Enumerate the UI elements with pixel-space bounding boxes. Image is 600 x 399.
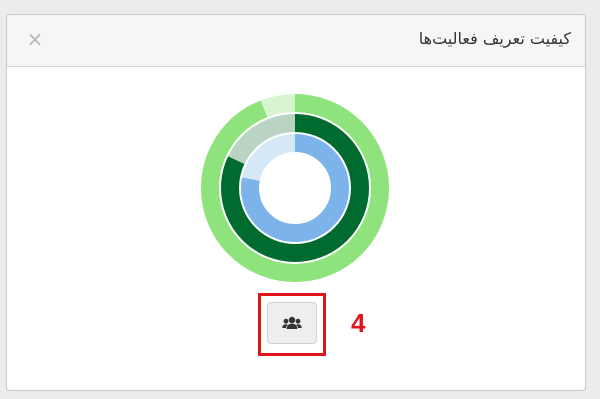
close-icon[interactable]: × bbox=[24, 27, 46, 51]
members-button[interactable] bbox=[267, 302, 317, 344]
activity-rings bbox=[201, 94, 389, 282]
dialog-header: × کیفیت تعریف فعالیت‌ها bbox=[7, 15, 585, 67]
step-number-label: 4 bbox=[351, 308, 366, 338]
dialog-title: کیفیت تعریف فعالیت‌ها bbox=[418, 29, 571, 48]
users-icon bbox=[282, 316, 302, 329]
